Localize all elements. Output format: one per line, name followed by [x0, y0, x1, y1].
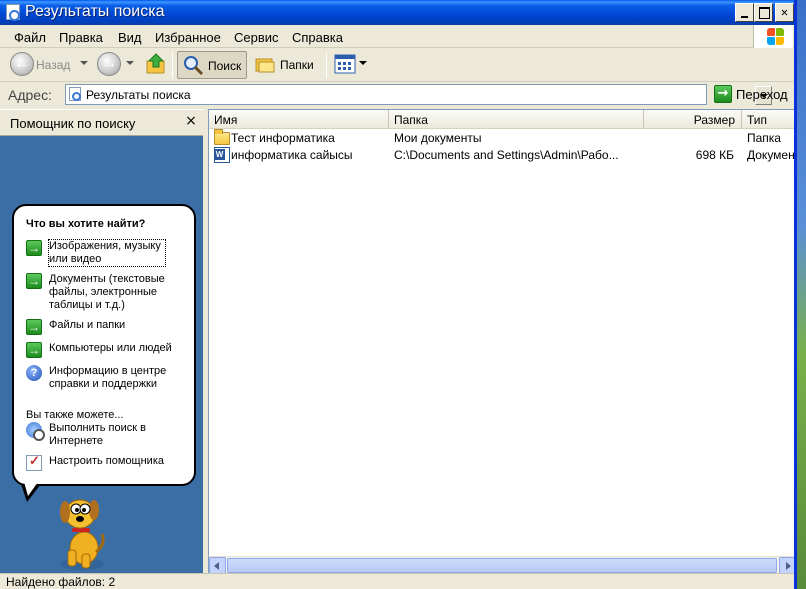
folders-icon	[255, 58, 275, 73]
go-label: Переход	[736, 87, 788, 102]
folder-icon	[214, 129, 230, 145]
menu-tools[interactable]: Сервис	[234, 30, 279, 45]
option-internet-search[interactable]: Выполнить поиск в Интернете	[26, 422, 196, 450]
back-label: Назад	[36, 58, 71, 72]
green-arrow-icon: →	[26, 342, 42, 358]
cell-name: Тест информатика	[231, 131, 335, 145]
menu-edit[interactable]: Правка	[59, 30, 103, 45]
column-header-folder[interactable]: Папка	[389, 110, 644, 129]
back-arrow-icon: ←	[10, 52, 34, 76]
menu-view[interactable]: Вид	[118, 30, 142, 45]
option-settings-label: Настроить помощника	[49, 455, 165, 467]
menu-help[interactable]: Справка	[292, 30, 343, 45]
help-icon: ?	[26, 365, 42, 381]
desktop-background	[797, 0, 806, 589]
search-results-icon	[6, 4, 20, 21]
results-list: Имя Папка Размер Тип Тест информатика Мо…	[208, 109, 795, 573]
scroll-thumb[interactable]	[227, 558, 777, 573]
menu-file[interactable]: Файл	[14, 30, 46, 45]
option-settings[interactable]: Настроить помощника	[26, 454, 196, 471]
table-row[interactable]: информатика сайысы C:\Documents and Sett…	[209, 147, 795, 164]
back-button[interactable]: ← Назад	[8, 51, 93, 79]
title-bar[interactable]: Результаты поиска	[0, 0, 794, 25]
toolbar-separator	[172, 52, 173, 78]
option-files-folders-label: Файлы и папки	[49, 319, 126, 331]
menu-bar: Файл Правка Вид Избранное Сервис Справка	[0, 25, 794, 48]
scroll-right-icon[interactable]	[779, 557, 794, 573]
folders-button[interactable]: Папки	[252, 51, 322, 79]
column-header-size[interactable]: Размер	[644, 110, 742, 129]
option-media-label: Изображения, музыку или видео	[48, 239, 166, 267]
search-icon	[184, 56, 204, 76]
views-button[interactable]	[332, 51, 370, 79]
cell-folder: C:\Documents and Settings\Admin\Рабо...	[394, 148, 619, 162]
menu-favorites[interactable]: Избранное	[155, 30, 221, 45]
search-results-icon	[69, 87, 81, 101]
views-dropdown-icon[interactable]	[359, 61, 367, 65]
forward-dropdown-icon[interactable]	[126, 61, 134, 65]
status-text: Найдено файлов: 2	[6, 575, 116, 589]
green-arrow-icon: →	[26, 319, 42, 335]
views-icon	[334, 54, 356, 74]
cell-type: Докумен	[747, 148, 795, 162]
column-header-type[interactable]: Тип	[742, 110, 794, 129]
address-bar: Адрес: Результаты поиска → Переход	[0, 82, 794, 108]
list-header: Имя Папка Размер Тип	[209, 110, 794, 129]
toolbar: ← Назад → Поиск Папки	[0, 48, 794, 82]
search-button[interactable]: Поиск	[177, 51, 247, 79]
word-doc-icon	[214, 147, 230, 163]
window-title: Результаты поиска	[25, 3, 165, 20]
bubble-tail	[24, 482, 38, 496]
back-dropdown-icon[interactable]	[80, 61, 88, 65]
toolbar-separator	[326, 52, 327, 78]
address-value: Результаты поиска	[86, 88, 191, 102]
up-folder-button[interactable]	[142, 51, 170, 79]
go-button[interactable]: → Переход	[712, 84, 794, 105]
scroll-left-icon[interactable]	[209, 557, 226, 573]
bubble-question: Что вы хотите найти?	[26, 218, 146, 230]
search-bubble: Что вы хотите найти? → Изображения, музы…	[12, 204, 196, 486]
search-label: Поиск	[208, 59, 242, 73]
cell-name: информатика сайысы	[231, 148, 353, 162]
option-help-center[interactable]: ? Информацию в центре справки и поддержк…	[26, 365, 196, 393]
cell-size: 698 КБ	[695, 148, 734, 162]
maximize-button[interactable]	[754, 3, 773, 22]
minimize-button[interactable]	[735, 3, 754, 22]
option-documents-label: Документы (текстовые файлы, электронные …	[49, 273, 165, 311]
folders-label: Папки	[280, 58, 314, 72]
green-arrow-icon: →	[26, 273, 42, 289]
option-computers-people-label: Компьютеры или людей	[49, 342, 172, 354]
forward-button[interactable]: →	[95, 51, 137, 79]
windows-logo-icon	[753, 25, 793, 48]
green-arrow-icon: →	[26, 240, 42, 256]
settings-icon	[26, 454, 42, 471]
explorer-window: Результаты поиска Файл Правка Вид Избран…	[0, 0, 797, 589]
option-computers-people[interactable]: → Компьютеры или людей	[26, 342, 196, 358]
search-companion-pane: Помощник по поиску × Что вы хотите найти…	[0, 109, 203, 573]
also-text: Вы также можете...	[26, 409, 124, 421]
horizontal-scrollbar[interactable]	[209, 556, 794, 573]
up-folder-icon	[146, 53, 165, 74]
close-button[interactable]	[775, 3, 794, 22]
option-help-center-label: Информацию в центре справки и поддержки	[49, 365, 167, 390]
address-label: Адрес:	[8, 87, 52, 103]
cell-type: Папка	[747, 131, 781, 145]
pane-header: Помощник по поиску ×	[0, 110, 203, 136]
internet-search-icon	[26, 422, 45, 441]
column-header-name[interactable]: Имя	[209, 110, 389, 129]
option-documents[interactable]: → Документы (текстовые файлы, электронны…	[26, 273, 196, 313]
status-bar: Найдено файлов: 2	[0, 573, 794, 589]
cell-folder: Мои документы	[394, 131, 482, 145]
option-files-folders[interactable]: → Файлы и папки	[26, 319, 196, 335]
go-arrow-icon: →	[714, 85, 732, 103]
table-row[interactable]: Тест информатика Мои документы Папка	[209, 129, 794, 147]
pane-title: Помощник по поиску	[10, 116, 136, 131]
option-internet-search-label: Выполнить поиск в Интернете	[49, 422, 146, 447]
pane-close-icon[interactable]: ×	[183, 112, 199, 130]
option-media[interactable]: → Изображения, музыку или видео	[26, 239, 196, 268]
address-field[interactable]: Результаты поиска	[65, 84, 772, 105]
forward-arrow-icon: →	[97, 52, 121, 76]
search-dog-icon[interactable]	[52, 492, 112, 572]
